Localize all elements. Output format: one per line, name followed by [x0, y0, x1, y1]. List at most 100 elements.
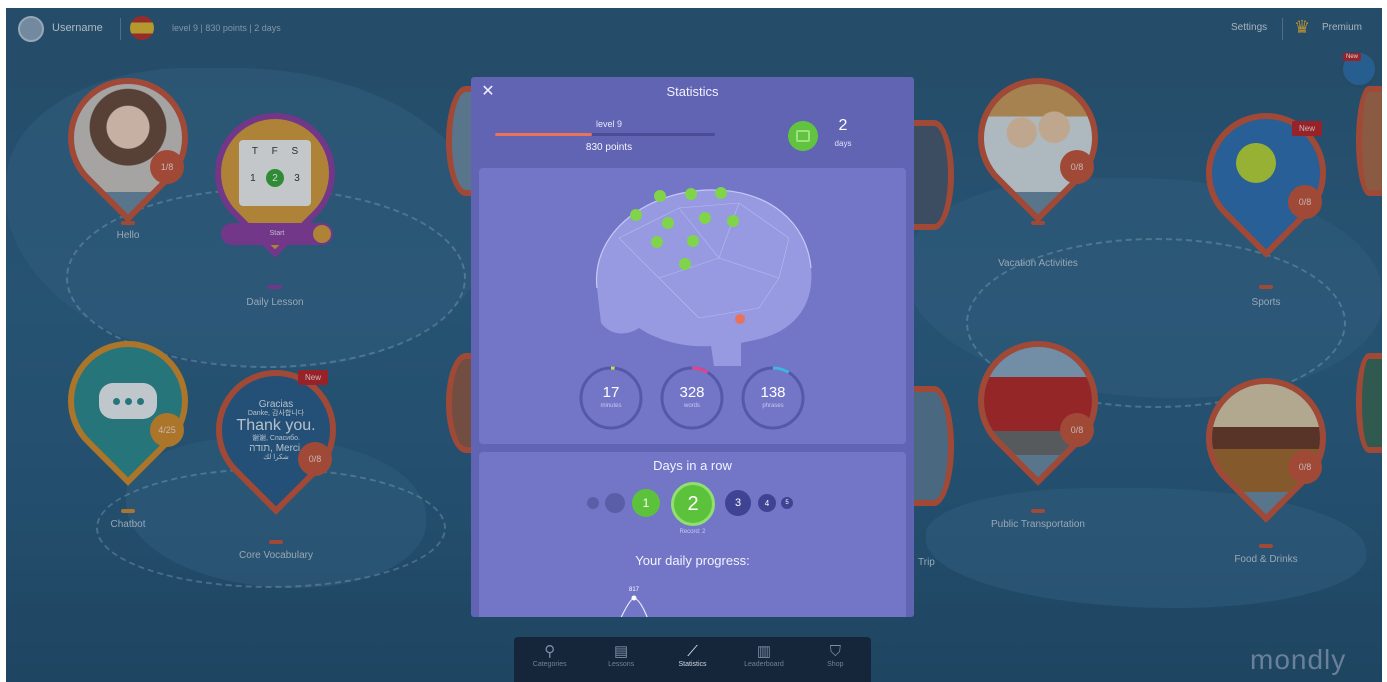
nav-label: Categories	[532, 661, 567, 668]
progress-curve	[620, 597, 648, 617]
pin-marker	[1031, 221, 1045, 225]
level-progress-bar	[495, 133, 715, 136]
words-label: words	[683, 403, 700, 409]
days-label: days	[834, 139, 852, 148]
lesson-label[interactable]: Public Transportation	[938, 519, 1138, 530]
lesson-label[interactable]: Hello	[28, 230, 228, 241]
calendar-date-today: 2	[265, 169, 284, 187]
progress-peak-point	[631, 595, 637, 601]
categories-icon: ⚲	[544, 643, 556, 660]
username[interactable]: Username	[52, 22, 103, 34]
nav-leaderboard[interactable]: ▥ Leaderboard	[728, 637, 799, 682]
settings-link[interactable]: Settings	[1231, 22, 1267, 33]
collage-text: Gracias	[258, 398, 294, 410]
calendar-day: F	[271, 146, 278, 157]
lesson-pin-sports[interactable]: New 0/8 Sports	[1181, 88, 1351, 308]
bottom-nav: ⚲ Categories ▤ Lessons ⟋ Statistics ▥ Leader…	[514, 637, 871, 682]
minutes-label: minutes	[600, 403, 622, 409]
lesson-pin-head	[43, 316, 213, 486]
lesson-pin-head: Gracias Danke, 감사합니다 Thank you. 谢谢, Спас…	[191, 345, 361, 515]
days-count: 2	[838, 117, 848, 134]
nav-shop[interactable]: ⛉ Shop	[800, 637, 871, 682]
phrases-value: 138	[760, 384, 786, 401]
lesson-label[interactable]: Core Vocabulary	[176, 550, 376, 561]
lesson-label[interactable]: Sports	[1166, 297, 1366, 308]
divider	[1282, 18, 1283, 40]
new-badge: New	[1292, 121, 1323, 136]
calendar-icon: T F S 123	[221, 119, 329, 227]
progress-counter: 0/8	[1288, 185, 1322, 219]
calendar-date: 3	[294, 172, 300, 184]
leaderboard-icon: ▥	[756, 643, 772, 660]
level-progress-fill	[495, 133, 592, 136]
collage-text: Danke, 감사합니다	[247, 409, 305, 417]
lesson-label[interactable]: Food & Drinks	[1166, 554, 1366, 565]
lesson-pin-trip[interactable]	[914, 386, 954, 506]
calendar-icon	[788, 121, 818, 151]
nav-label: Shop	[827, 661, 844, 668]
new-badge: New	[1343, 53, 1362, 61]
app-window: Username level 9 | 830 points | 2 days S…	[6, 8, 1382, 682]
nav-statistics[interactable]: ⟋ Statistics	[657, 637, 728, 682]
level-label: level 9	[595, 119, 622, 129]
crown-icon: ♛	[1294, 17, 1311, 37]
top-bar: Username level 9 | 830 points | 2 days S…	[6, 8, 1382, 50]
calendar-date: 1	[250, 172, 256, 184]
progress-counter: 1/8	[150, 150, 184, 184]
minutes-value: 17	[602, 384, 620, 401]
lessons-icon: ▤	[614, 643, 629, 660]
pin-marker	[121, 509, 135, 513]
lesson-pin-head	[953, 316, 1123, 486]
lesson-pin-hello[interactable]: 1/8 Hello	[43, 53, 213, 241]
words-stat: 328 words	[660, 366, 724, 430]
phrases-stat: 138 phrases	[741, 366, 805, 430]
modal-title: Statistics	[666, 84, 719, 99]
avatar[interactable]	[18, 16, 44, 42]
progress-counter: 0/8	[1060, 413, 1094, 447]
pin-marker	[1031, 509, 1045, 513]
calendar-day: T	[251, 146, 258, 157]
pin-marker	[1259, 285, 1273, 289]
daily-progress-chart	[620, 595, 648, 617]
new-feature-button[interactable]: New	[1340, 50, 1378, 88]
progress-counter: 4/25	[150, 413, 184, 447]
statistics-icon: ⟋	[687, 643, 698, 660]
minutes-stat: 17 minutes	[579, 366, 643, 430]
pin-marker	[121, 221, 135, 225]
start-indicator	[313, 225, 331, 243]
lesson-pin-head	[43, 53, 213, 223]
pin-marker	[269, 540, 283, 544]
nav-label: Statistics	[678, 661, 707, 668]
statistics-modal: ✕ Statistics level 9 830 points 2 days 1…	[471, 77, 914, 617]
lesson-pin-core-vocabulary[interactable]: Gracias Danke, 감사합니다 Thank you. 谢谢, Спас…	[191, 345, 361, 561]
lesson-pin-head	[953, 53, 1123, 223]
lesson-pin-daily[interactable]: TFS 123 Start Daily Lesson	[190, 88, 360, 308]
progress-counter: 0/8	[298, 442, 332, 476]
progress-counter: 0/8	[1060, 150, 1094, 184]
user-stats: level 9 | 830 points | 2 days	[172, 23, 281, 33]
collage-text: Thank you.	[236, 417, 316, 435]
premium-link[interactable]: Premium	[1322, 22, 1362, 33]
spain-flag-icon[interactable]	[130, 16, 154, 40]
days-in-row-card: Days in a row 1 2 3 4 5 Record: 2 Your d…	[479, 452, 906, 617]
lesson-label[interactable]: Vacation Activities	[938, 258, 1138, 269]
lesson-pin-hidden[interactable]	[1356, 353, 1382, 453]
new-badge: New	[298, 370, 329, 385]
brand-logo: mondly	[1250, 644, 1347, 675]
lesson-pin-public-transportation[interactable]: 0/8 Public Transportation	[953, 316, 1123, 530]
words-value: 328	[679, 384, 705, 401]
lesson-label[interactable]: Trip	[918, 557, 935, 568]
lesson-pin-vacation-activities[interactable]: 0/8 Vacation Activities	[953, 53, 1123, 269]
lesson-label[interactable]: Daily Lesson	[175, 297, 375, 308]
nav-categories[interactable]: ⚲ Categories	[514, 637, 585, 682]
lesson-label[interactable]: Chatbot	[28, 519, 228, 530]
lesson-pin-hidden[interactable]	[914, 120, 954, 230]
lesson-pin-hidden[interactable]	[1356, 86, 1382, 196]
phrases-label: phrases	[762, 403, 784, 409]
pin-marker	[268, 285, 282, 289]
nav-lessons[interactable]: ▤ Lessons	[585, 637, 656, 682]
lesson-pin-chatbot[interactable]: 4/25 Chatbot	[43, 316, 213, 530]
nav-label: Leaderboard	[744, 661, 784, 668]
lesson-pin-food-drinks[interactable]: 0/8 Food & Drinks	[1181, 353, 1351, 565]
lesson-pin-head	[1181, 353, 1351, 523]
